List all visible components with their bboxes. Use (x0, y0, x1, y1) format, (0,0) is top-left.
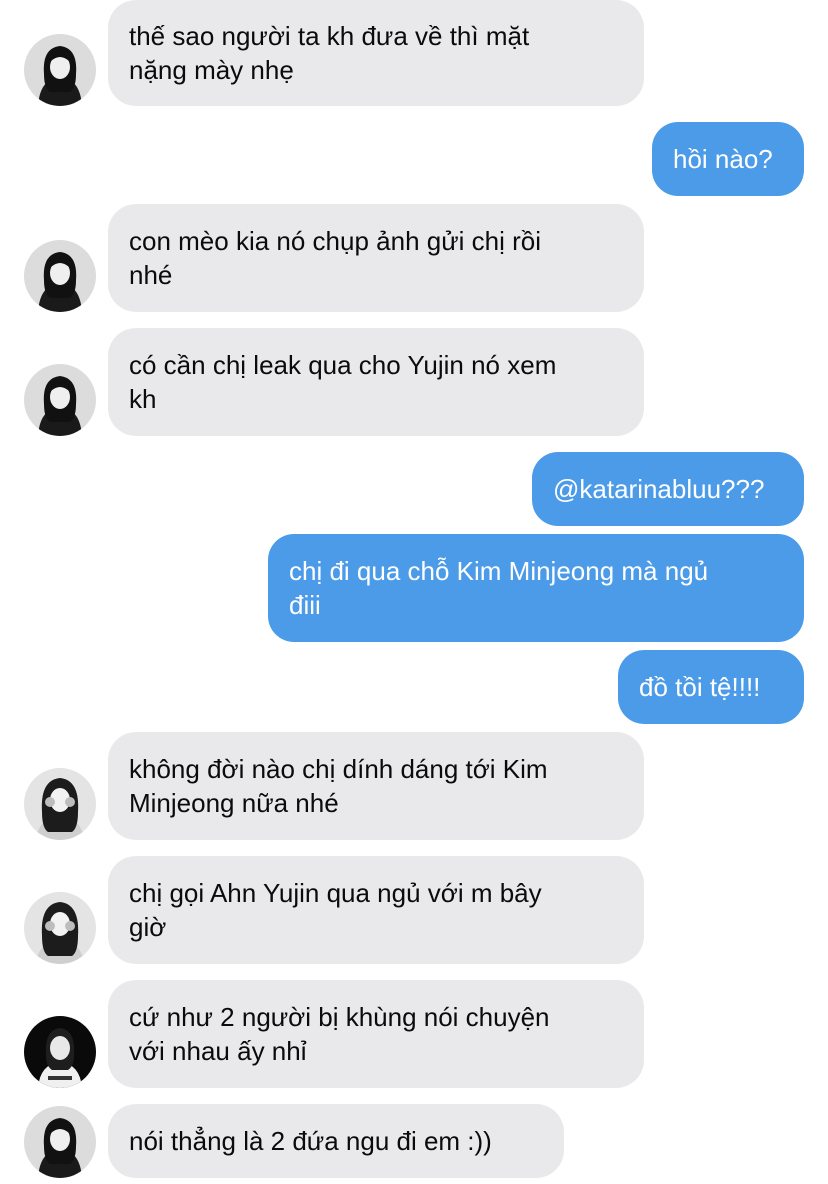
message-bubble-incoming[interactable]: cứ như 2 người bị khùng nói chuyện với n… (108, 980, 644, 1088)
avatar[interactable] (24, 364, 96, 436)
message-bubble-incoming[interactable]: con mèo kia nó chụp ảnh gửi chị rồi nhé (108, 204, 644, 312)
message-bubble-incoming[interactable]: chị gọi Ahn Yujin qua ngủ với m bây giờ (108, 856, 644, 964)
avatar[interactable] (24, 892, 96, 964)
avatar[interactable] (24, 1016, 96, 1088)
avatar[interactable] (24, 1106, 96, 1178)
girl-dark-hair-avatar-icon (24, 240, 96, 312)
message-bubble-incoming[interactable]: có cần chị leak qua cho Yujin nó xem kh (108, 328, 644, 436)
avatar[interactable] (24, 768, 96, 840)
message-bubble-incoming[interactable]: thế sao người ta kh đưa về thì mặt nặng … (108, 0, 644, 106)
girl-black-background-avatar-icon (24, 1016, 96, 1088)
girl-dark-hair-avatar-icon (24, 1106, 96, 1178)
girl-dark-hair-avatar-icon (24, 364, 96, 436)
girl-dark-hair-avatar-icon (24, 34, 96, 106)
message-bubble-incoming[interactable]: không đời nào chị dính dáng tới Kim Minj… (108, 732, 644, 840)
message-bubble-outgoing[interactable]: đồ tồi tệ!!!! (618, 650, 804, 724)
message-bubble-outgoing[interactable]: @katarinabluu??? (532, 452, 804, 526)
avatar[interactable] (24, 240, 96, 312)
message-bubble-outgoing[interactable]: hồi nào? (652, 122, 804, 196)
avatar[interactable] (24, 34, 96, 106)
girl-hands-face-avatar-icon (24, 892, 96, 964)
message-bubble-incoming[interactable]: nói thẳng là 2 đứa ngu đi em :)) (108, 1104, 564, 1178)
message-bubble-outgoing[interactable]: chị đi qua chỗ Kim Minjeong mà ngủ điii (268, 534, 804, 642)
girl-hands-face-avatar-icon (24, 768, 96, 840)
